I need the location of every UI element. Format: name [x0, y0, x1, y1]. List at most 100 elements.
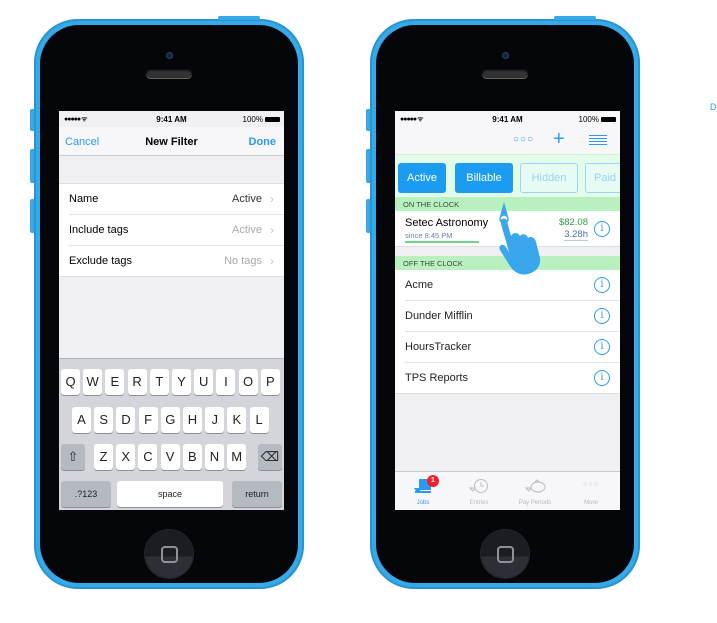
jobs-badge: 1 [427, 475, 439, 487]
chevron-right-icon: › [270, 254, 274, 268]
battery-percent: 100% [242, 115, 263, 124]
job-row-dunder-mifflin[interactable]: Dunder Mifflin i [405, 301, 620, 332]
info-icon[interactable]: i [594, 277, 610, 293]
row-exclude-tags[interactable]: Exclude tags No tags › [69, 246, 284, 276]
tab-pay-periods[interactable]: Pay Periods [507, 472, 563, 510]
cropped-edge-text: D [710, 102, 717, 112]
tab-jobs[interactable]: 1 Jobs [395, 472, 451, 510]
filter-paid[interactable]: Paid [585, 163, 620, 193]
key-l[interactable]: L [249, 407, 269, 433]
navigation-bar: Cancel New Filter Done [59, 127, 284, 156]
key-j[interactable]: J [205, 407, 225, 433]
job-name: Dunder Mifflin [405, 310, 473, 322]
key-a[interactable]: A [72, 407, 91, 433]
key-p[interactable]: P [260, 369, 280, 395]
status-bar: ●●●●● ᯤ 9:41 AM 100% [395, 111, 620, 127]
home-button[interactable] [145, 530, 193, 578]
tab-label: Jobs [416, 500, 430, 506]
job-name: Setec Astronomy [405, 217, 489, 229]
power-button [554, 16, 596, 20]
key-h[interactable]: H [183, 407, 202, 433]
list-icon[interactable] [589, 135, 607, 147]
info-icon[interactable]: i [594, 339, 610, 355]
key-w[interactable]: W [83, 369, 103, 395]
key-d[interactable]: D [116, 407, 136, 433]
more-dots-icon: ○○○ [583, 481, 599, 488]
key-e[interactable]: E [105, 369, 125, 395]
front-camera [502, 52, 509, 59]
job-amount: $82.08 [558, 217, 588, 228]
key-o[interactable]: O [238, 369, 258, 395]
tab-more[interactable]: ○○○ More [563, 472, 619, 510]
jobs-list: Acme i Dunder Mifflin i HoursTracker i T… [395, 270, 620, 394]
key-k[interactable]: K [227, 407, 247, 433]
tab-entries[interactable]: Entries [451, 472, 507, 510]
row-label: Exclude tags [69, 255, 132, 267]
info-icon[interactable]: i [594, 370, 610, 386]
keyboard: QWERTYUIOP ASDFGHJKL ⇧ ⌫ ZXCVBNM .?123 s… [59, 358, 284, 510]
done-button[interactable]: Done [249, 136, 277, 148]
key-y[interactable]: Y [172, 369, 191, 395]
filter-hidden[interactable]: Hidden [520, 163, 578, 193]
job-row-hourstracker[interactable]: HoursTracker i [405, 332, 620, 363]
battery-icon [601, 117, 616, 123]
filter-active[interactable]: Active [398, 163, 446, 193]
volume-up-button [366, 149, 370, 183]
home-button[interactable] [481, 530, 529, 578]
key-m[interactable]: M [227, 444, 247, 470]
screen-jobs: ●●●●● ᯤ 9:41 AM 100% ○○○ + Active Billab… [395, 111, 620, 510]
keyboard-row-3: ⇧ ⌫ ZXCVBNM [59, 444, 284, 470]
numbers-key[interactable]: .?123 [61, 481, 111, 507]
row-label: Include tags [69, 224, 129, 236]
job-progress-bar [405, 241, 479, 243]
volume-up-button [30, 149, 34, 183]
battery-icon [265, 117, 280, 123]
info-icon[interactable]: i [594, 308, 610, 324]
home-square-icon [161, 546, 178, 563]
key-u[interactable]: U [194, 369, 214, 395]
filter-billable[interactable]: Billable [455, 163, 513, 193]
key-q[interactable]: Q [61, 369, 80, 395]
tab-label: More [584, 500, 598, 506]
row-name[interactable]: Name Active › [69, 184, 284, 215]
key-c[interactable]: C [138, 444, 158, 470]
job-row-tps-reports[interactable]: TPS Reports i [405, 363, 620, 393]
clock-icon [468, 478, 489, 494]
key-i[interactable]: I [216, 369, 236, 395]
keyboard-row-2: ASDFGHJKL [59, 407, 284, 433]
more-options-icon[interactable]: ○○○ [513, 134, 534, 145]
earpiece-speaker [482, 69, 528, 78]
row-value: No tags [224, 255, 262, 267]
volume-down-button [30, 199, 34, 233]
key-z[interactable]: Z [94, 444, 113, 470]
key-r[interactable]: R [127, 369, 147, 395]
piggy-bank-icon [524, 478, 546, 494]
tab-label: Pay Periods [518, 500, 552, 506]
add-job-button[interactable]: + [553, 128, 565, 151]
key-n[interactable]: N [205, 444, 224, 470]
delete-key[interactable]: ⌫ [258, 444, 282, 470]
key-x[interactable]: X [116, 444, 136, 470]
home-square-icon [497, 546, 514, 563]
status-bar: ●●●●● ᯤ 9:41 AM 100% [59, 111, 284, 127]
job-name: Acme [405, 279, 434, 291]
key-b[interactable]: B [182, 444, 202, 470]
mute-switch [366, 109, 370, 131]
key-f[interactable]: F [138, 407, 158, 433]
keyboard-row-1: QWERTYUIOP [59, 369, 284, 395]
return-key[interactable]: return [232, 481, 282, 507]
keyboard-row-4: .?123 space return [59, 481, 284, 507]
row-value: Active [232, 193, 262, 205]
phone-new-filter: ●●●●● ᯤ 9:41 AM 100% Cancel New Filter D… [30, 16, 304, 589]
info-icon[interactable]: i [594, 221, 610, 237]
power-button [218, 16, 260, 20]
shift-key[interactable]: ⇧ [61, 444, 85, 470]
key-s[interactable]: S [94, 407, 114, 433]
key-v[interactable]: V [160, 444, 180, 470]
key-g[interactable]: G [160, 407, 180, 433]
mute-switch [30, 109, 34, 131]
row-include-tags[interactable]: Include tags Active › [69, 215, 284, 246]
volume-down-button [366, 199, 370, 233]
key-t[interactable]: T [149, 369, 169, 395]
space-key[interactable]: space [117, 481, 223, 507]
